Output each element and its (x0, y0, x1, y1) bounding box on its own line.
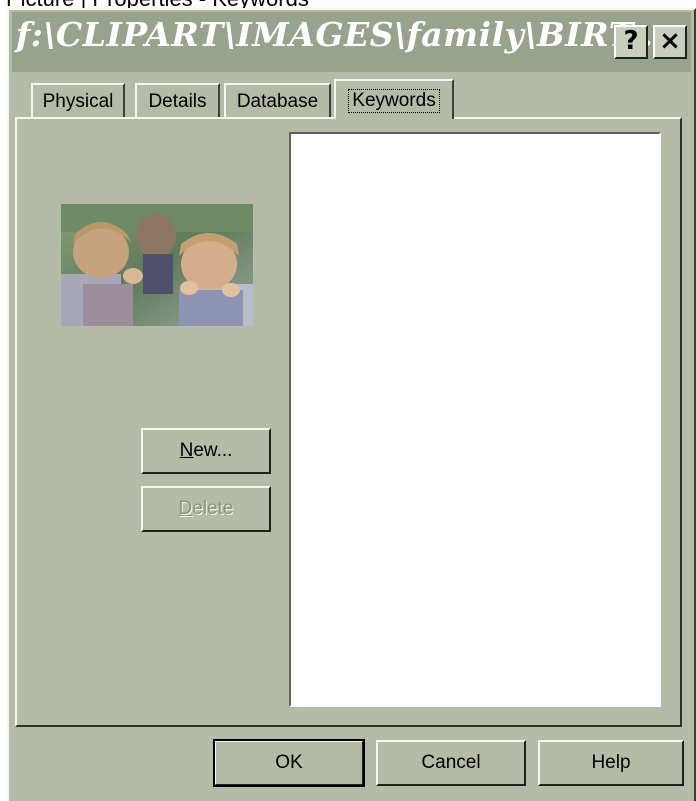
photo-children-icon (61, 204, 253, 326)
tab-physical-label: Physical (42, 91, 114, 112)
tab-database-label: Database (236, 91, 319, 112)
photo-thumbnail (61, 204, 253, 326)
tab-details-label: Details (148, 91, 207, 112)
close-icon[interactable]: × (653, 25, 687, 59)
ok-button[interactable]: OK (213, 739, 365, 787)
window-title: f:\CLIPART\IMAGES\family\BIRT... (16, 15, 666, 54)
delete-button[interactable]: Delete (141, 486, 271, 532)
help-button[interactable]: Help (538, 740, 684, 786)
new-button-mnemonic: N (179, 440, 194, 461)
delete-button-mnemonic: D (178, 498, 193, 519)
help-icon[interactable]: ? (614, 25, 648, 59)
tab-keywords-label: Keywords (348, 89, 440, 113)
delete-button-label: elete (192, 498, 234, 519)
new-button[interactable]: New... (141, 428, 271, 474)
title-bar[interactable]: f:\CLIPART\IMAGES\family\BIRT... ? × (12, 12, 691, 72)
keywords-listbox[interactable] (289, 132, 661, 707)
tab-keywords[interactable]: Keywords (334, 79, 454, 119)
cancel-button[interactable]: Cancel (376, 740, 526, 786)
new-button-label: ew... (193, 440, 233, 461)
